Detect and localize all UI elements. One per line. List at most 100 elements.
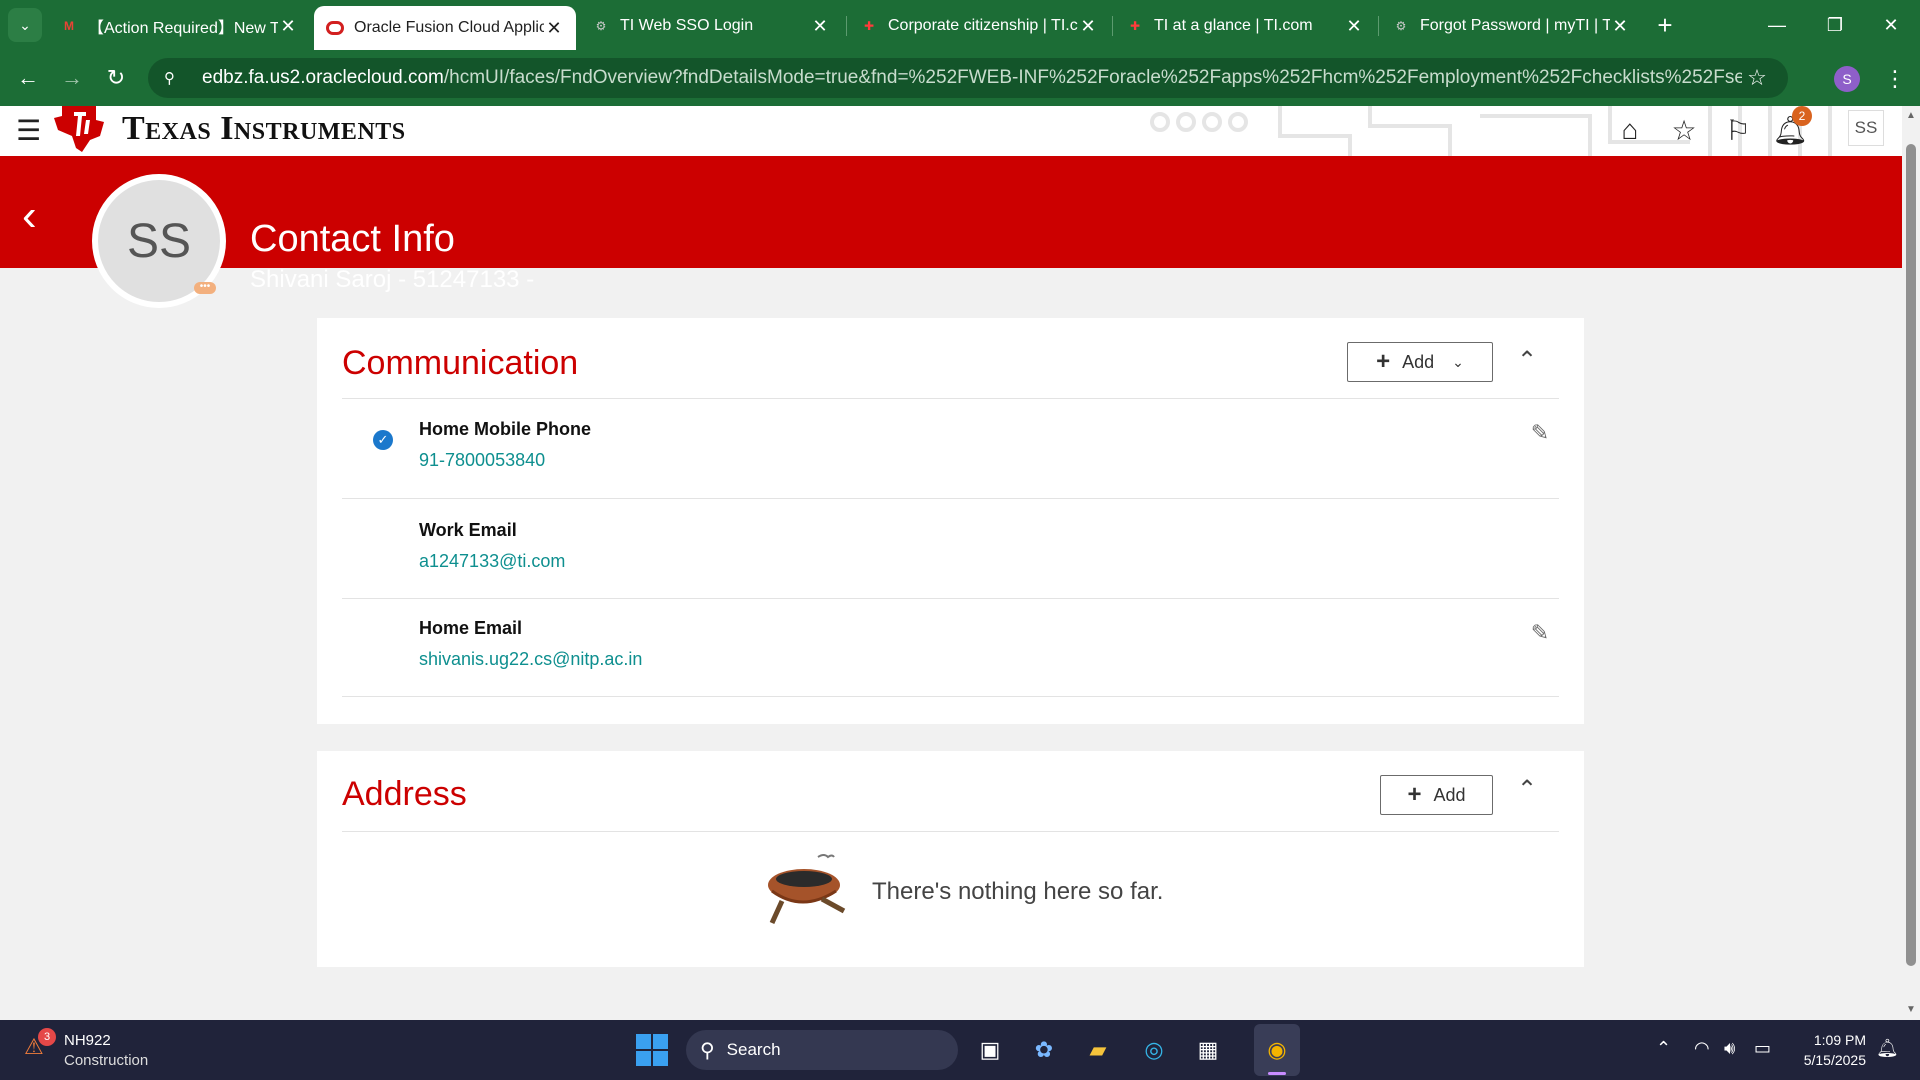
page-content: ☰ Texas Instruments ⌂ ☆ ⚐ 🔔︎ 2 SS ‹ Cont… — [0, 106, 1902, 1020]
empty-state-message: There's nothing here so far. — [872, 878, 1164, 905]
notification-count-badge: 2 — [1792, 106, 1812, 126]
tab-title: Oracle Fusion Cloud Applic — [354, 19, 544, 36]
weather-subtitle: Construction — [64, 1052, 149, 1069]
search-icon: ⚲ — [700, 1039, 715, 1062]
divider — [342, 831, 1559, 832]
reload-button[interactable]: ↻ — [100, 62, 132, 94]
volume-icon[interactable]: 🔊︎ — [1724, 1038, 1735, 1059]
address-card: Address + Add ⌃ There's nothing here so … — [317, 751, 1584, 967]
watchlist-flag-icon[interactable]: ⚐ — [1718, 110, 1758, 150]
start-button[interactable] — [636, 1034, 668, 1066]
tab-corporate-citizenship[interactable]: ✚ Corporate citizenship | TI.c ✕ — [848, 8, 1110, 44]
contact-value[interactable]: shivanis.ug22.cs@nitp.ac.in — [419, 649, 642, 670]
primary-check-icon: ✓ — [373, 430, 393, 450]
active-app-indicator — [1268, 1072, 1286, 1075]
weather-badge: 3 — [38, 1028, 56, 1046]
taskbar-search[interactable]: ⚲ Search — [686, 1030, 958, 1070]
home-icon[interactable]: ⌂ — [1610, 110, 1650, 150]
file-explorer-icon[interactable]: ▰ — [1080, 1032, 1116, 1068]
section-title: Address — [342, 775, 467, 813]
site-info-icon[interactable]: ⚲ — [164, 69, 188, 87]
empty-nest-icon — [768, 854, 846, 925]
favorites-star-icon[interactable]: ☆ — [1664, 110, 1704, 150]
user-avatar[interactable]: SS — [1848, 110, 1884, 146]
tab-ti-glance[interactable]: ✚ TI at a glance | TI.com ✕ — [1114, 8, 1376, 44]
browser-window: ⌄ M 【Action Required】New Tas ✕ Oracle Fu… — [0, 0, 1920, 1020]
divider — [342, 398, 1559, 399]
profile-avatar[interactable]: S — [1834, 66, 1860, 92]
collapse-section-button[interactable]: ⌃ — [1511, 344, 1543, 376]
edge-browser-icon[interactable]: ◎ — [1136, 1032, 1172, 1068]
close-tab-icon[interactable]: ✕ — [810, 16, 830, 37]
divider — [342, 498, 1559, 499]
page-title: Contact Info — [250, 218, 455, 260]
close-tab-icon[interactable]: ✕ — [278, 16, 298, 37]
page-banner: ‹ Contact Info Shivani Saroj - 51247133 … — [0, 156, 1902, 293]
close-tab-icon[interactable]: ✕ — [1344, 16, 1364, 37]
person-subtitle: Shivani Saroj - 51247133 - — [250, 266, 535, 293]
copilot-icon[interactable]: ✿ — [1026, 1032, 1062, 1068]
section-title: Communication — [342, 344, 579, 382]
minimize-button[interactable]: — — [1748, 0, 1806, 50]
close-tab-icon[interactable]: ✕ — [544, 18, 564, 39]
tab-title: TI Web SSO Login — [620, 17, 754, 34]
communication-card: Communication + Add ⌄ ⌃ ✓ Home Mobile Ph… — [317, 318, 1584, 724]
close-window-button[interactable]: ✕ — [1862, 0, 1920, 50]
scroll-up-icon[interactable]: ▲ — [1906, 110, 1916, 121]
new-tab-button[interactable]: + — [1650, 10, 1680, 40]
restore-button[interactable]: ❐ — [1806, 0, 1864, 50]
page-scrollbar[interactable]: ▲ ▼ — [1902, 106, 1920, 1020]
edit-pencil-icon[interactable]: ✎ — [1527, 620, 1553, 646]
contact-value[interactable]: 91-7800053840 — [419, 450, 545, 471]
tab-title: Corporate citizenship | TI.c — [888, 17, 1078, 34]
scrollbar-thumb[interactable] — [1906, 144, 1916, 966]
address-bar[interactable]: ⚲ edbz.fa.us2.oraclecloud.com/hcmUI/face… — [148, 58, 1788, 98]
microsoft-store-icon[interactable]: ▦ — [1190, 1032, 1226, 1068]
collapse-section-button[interactable]: ⌃ — [1511, 773, 1543, 805]
contact-label: Work Email — [419, 520, 517, 540]
divider — [342, 696, 1559, 697]
close-tab-icon[interactable]: ✕ — [1610, 16, 1630, 37]
task-view-icon[interactable]: ▣ — [972, 1032, 1008, 1068]
tab-forgot-password[interactable]: ⚙ Forgot Password | myTI | Te ✕ — [1380, 8, 1642, 44]
tab-strip: ⌄ M 【Action Required】New Tas ✕ Oracle Fu… — [0, 0, 1920, 50]
ti-icon: ⚙ — [1395, 19, 1407, 33]
url-text: edbz.fa.us2.oraclecloud.com/hcmUI/faces/… — [202, 67, 1742, 88]
close-tab-icon[interactable]: ✕ — [1078, 16, 1098, 37]
search-label: Search — [726, 1040, 781, 1059]
tab-gmail[interactable]: M 【Action Required】New Tas ✕ — [48, 8, 310, 44]
back-chevron-icon[interactable]: ‹ — [22, 194, 37, 238]
bookmark-star-icon[interactable]: ☆ — [1742, 65, 1772, 91]
notification-center-icon[interactable]: 🔔︎ — [1876, 1038, 1899, 1059]
windows-taskbar: ⚠ 3 NH922 Construction ⚲ Search ▣ ✿ ▰ ◎ … — [0, 1020, 1920, 1080]
app-header: ☰ Texas Instruments ⌂ ☆ ⚐ 🔔︎ 2 SS — [0, 106, 1902, 156]
edit-pencil-icon[interactable]: ✎ — [1527, 420, 1553, 446]
show-hidden-icons-icon[interactable]: ⌃ — [1656, 1038, 1671, 1059]
tab-title: TI at a glance | TI.com — [1154, 17, 1313, 34]
ti-red-icon: ✚ — [863, 19, 875, 33]
system-clock[interactable]: 1:09 PM 5/15/2025 — [1786, 1030, 1866, 1070]
avatar-more-icon[interactable]: ••• — [194, 282, 216, 294]
hamburger-menu-icon[interactable]: ☰ — [16, 114, 41, 147]
forward-button[interactable]: → — [56, 62, 88, 94]
add-label: Add — [1402, 351, 1435, 372]
tab-ti-sso[interactable]: ⚙ TI Web SSO Login ✕ — [580, 8, 842, 44]
tab-search-menu-button[interactable]: ⌄ — [8, 8, 42, 42]
battery-icon[interactable]: ▭ — [1754, 1038, 1771, 1059]
browser-menu-icon[interactable]: ⋮ — [1880, 64, 1910, 94]
tab-title: Forgot Password | myTI | Te — [1420, 17, 1610, 34]
tab-separator — [1378, 16, 1379, 36]
scroll-down-icon[interactable]: ▼ — [1906, 1004, 1916, 1015]
contact-label: Home Mobile Phone — [419, 419, 592, 439]
chrome-icon[interactable]: ◉ — [1259, 1032, 1295, 1068]
wifi-icon[interactable]: ◠ — [1694, 1038, 1710, 1059]
tab-oracle[interactable]: Oracle Fusion Cloud Applic ✕ — [314, 6, 576, 50]
tab-title: 【Action Required】New Tas — [88, 20, 278, 37]
divider — [342, 598, 1559, 599]
contact-value[interactable]: a1247133@ti.com — [419, 551, 565, 572]
plus-icon: + — [1376, 348, 1391, 375]
add-communication-button[interactable]: + Add ⌄ — [1347, 342, 1493, 382]
add-address-button[interactable]: + Add — [1380, 775, 1493, 815]
ti-logo-icon — [54, 106, 104, 152]
back-button[interactable]: ← — [12, 62, 44, 94]
